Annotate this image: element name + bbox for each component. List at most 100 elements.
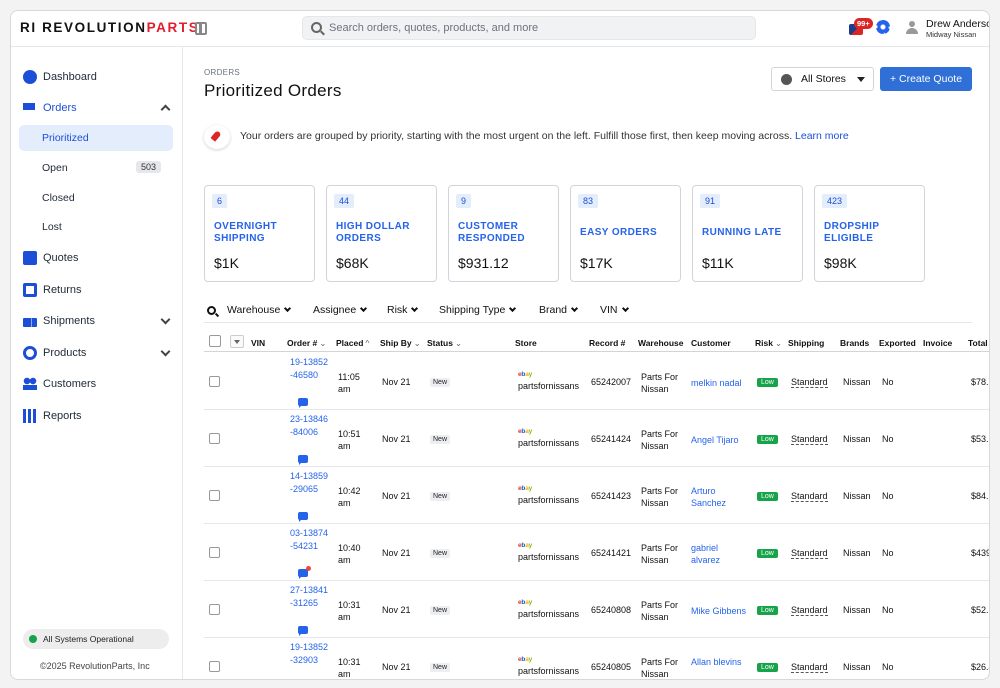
sidebar-toggle-icon[interactable] xyxy=(195,22,207,35)
table-row[interactable]: 14-13859-29065 10:42 am Nov 21 New ebay parts… xyxy=(204,467,989,524)
customer-link[interactable]: Allan blevins xyxy=(691,656,749,668)
priority-card[interactable]: 9 CUSTOMER RESPONDED $931.12 xyxy=(448,185,559,282)
column-risk[interactable]: Risk ⌄ xyxy=(755,338,782,349)
card-value: $11K xyxy=(702,255,734,271)
chat-icon[interactable] xyxy=(298,455,308,465)
learn-more-link[interactable]: Learn more xyxy=(795,130,849,142)
customer-link[interactable]: gabriel alvarez xyxy=(691,542,749,566)
breadcrumb[interactable]: ORDERS xyxy=(204,68,240,77)
row-checkbox[interactable] xyxy=(209,376,220,387)
status-dot-icon xyxy=(29,635,37,643)
column-order[interactable]: Order # ⌄ xyxy=(287,338,326,349)
search-icon[interactable] xyxy=(207,306,216,315)
table-row[interactable]: 03-13874-54231 10:40 am Nov 21 New ebay parts… xyxy=(204,524,989,581)
table-row[interactable]: 23-13846-84006 10:51 am Nov 21 New ebay parts… xyxy=(204,410,989,467)
filter-vin[interactable]: VIN xyxy=(600,304,629,316)
column-status[interactable]: Status ⌄ xyxy=(427,338,462,349)
column-customer[interactable]: Customer xyxy=(691,338,731,348)
priority-card[interactable]: 6 OVERNIGHT SHIPPING $1K xyxy=(204,185,315,282)
store-selector[interactable]: All Stores xyxy=(771,67,874,91)
table-row[interactable]: 27-13841-31265 10:31 am Nov 21 New ebay parts… xyxy=(204,581,989,638)
column-exported[interactable]: Exported xyxy=(879,338,916,348)
table-row[interactable]: 19-13852-46580 11:05 am Nov 21 New ebay parts… xyxy=(204,353,989,410)
column-total[interactable]: Total xyxy=(968,338,988,348)
exported-value: No xyxy=(882,662,894,672)
filter-risk[interactable]: Risk xyxy=(387,304,419,316)
chat-icon[interactable] xyxy=(298,398,308,408)
customer-link[interactable]: Mike Gibbens xyxy=(691,605,749,617)
filter-assignee[interactable]: Assignee xyxy=(313,304,368,316)
search-icon xyxy=(311,22,322,33)
order-number-link[interactable]: 03-13874-54231 xyxy=(290,527,330,553)
priority-card[interactable]: 423 DROPSHIP ELIGIBLE $98K xyxy=(814,185,925,282)
sidebar-item-orders[interactable]: Orders xyxy=(23,97,173,119)
cart-icon xyxy=(23,101,37,115)
shipping-type[interactable]: Standard xyxy=(791,548,828,559)
sidebar-item-shipments[interactable]: Shipments xyxy=(23,310,173,332)
global-search[interactable] xyxy=(302,16,756,40)
status-badge: New xyxy=(430,663,451,672)
sidebar-item-products[interactable]: Products xyxy=(23,342,173,364)
order-number-link[interactable]: 27-13841-31265 xyxy=(290,584,330,610)
card-count: 91 xyxy=(700,194,721,208)
row-checkbox[interactable] xyxy=(209,490,220,501)
shipping-type[interactable]: Standard xyxy=(791,434,828,445)
sidebar-item-open[interactable]: Open 503 xyxy=(19,155,173,181)
shipping-type[interactable]: Standard xyxy=(791,662,828,673)
filter-warehouse[interactable]: Warehouse xyxy=(227,304,292,316)
column-record[interactable]: Record # xyxy=(589,338,625,348)
priority-card[interactable]: 83 EASY ORDERS $17K xyxy=(570,185,681,282)
sidebar-item-quotes[interactable]: Quotes xyxy=(23,247,173,269)
system-status[interactable]: All Systems Operational xyxy=(23,629,169,649)
filter-brand[interactable]: Brand xyxy=(539,304,579,316)
order-number-link[interactable]: 23-13846-84006 xyxy=(290,413,330,439)
column-warehouse[interactable]: Warehouse xyxy=(638,338,684,348)
search-input[interactable] xyxy=(329,20,749,36)
row-checkbox[interactable] xyxy=(209,547,220,558)
row-checkbox[interactable] xyxy=(209,604,220,615)
sidebar-item-closed[interactable]: Closed xyxy=(19,185,173,211)
chevron-down-icon xyxy=(509,304,517,313)
order-number-link[interactable]: 19-13852-32903 xyxy=(290,641,330,667)
chat-icon[interactable] xyxy=(298,566,311,579)
shipping-type[interactable]: Standard xyxy=(791,377,828,388)
chat-icon[interactable] xyxy=(298,512,308,522)
gear-icon[interactable] xyxy=(876,20,890,34)
create-quote-button[interactable]: + Create Quote xyxy=(880,67,972,91)
column-store[interactable]: Store xyxy=(515,338,537,348)
logo[interactable]: RI REVOLUTIONPARTS xyxy=(20,20,199,35)
column-placed[interactable]: Placed ^ xyxy=(336,338,369,348)
sidebar-item-customers[interactable]: Customers xyxy=(23,373,173,395)
user-name[interactable]: Drew Anderson xyxy=(926,18,989,30)
customer-link[interactable]: Arturo Sanchez xyxy=(691,485,749,509)
sidebar-item-returns[interactable]: Returns xyxy=(23,279,173,301)
filter-shipping-type[interactable]: Shipping Type xyxy=(439,304,517,316)
shipping-type[interactable]: Standard xyxy=(791,491,828,502)
column-shipping[interactable]: Shipping xyxy=(788,338,824,348)
select-all-checkbox[interactable] xyxy=(209,335,221,347)
bulk-select-dropdown[interactable] xyxy=(230,335,244,348)
column-invoice[interactable]: Invoice xyxy=(923,338,952,348)
order-number-link[interactable]: 19-13852-46580 xyxy=(290,356,330,382)
customer-link[interactable]: Angel Tijaro xyxy=(691,434,749,446)
sidebar-item-prioritized[interactable]: Prioritized xyxy=(19,125,173,151)
sidebar-item-label: Quotes xyxy=(43,252,79,264)
customer-link[interactable]: melkin nadal xyxy=(691,377,749,389)
sidebar-item-reports[interactable]: Reports xyxy=(23,405,173,427)
table-row[interactable]: 19-13852-32903 10:31 am Nov 21 New ebay parts… xyxy=(204,638,989,679)
row-checkbox[interactable] xyxy=(209,433,220,444)
top-bar: RI REVOLUTIONPARTS 99+ Drew Anderson Mid… xyxy=(11,11,989,47)
column-vin[interactable]: VIN xyxy=(251,338,265,348)
order-number-link[interactable]: 14-13859-29065 xyxy=(290,470,330,496)
card-count: 9 xyxy=(456,194,472,208)
priority-card[interactable]: 44 HIGH DOLLAR ORDERS $68K xyxy=(326,185,437,282)
priority-card[interactable]: 91 RUNNING LATE $11K xyxy=(692,185,803,282)
shipping-type[interactable]: Standard xyxy=(791,605,828,616)
chat-icon[interactable] xyxy=(298,626,308,636)
column-brands[interactable]: Brands xyxy=(840,338,869,348)
user-icon[interactable] xyxy=(905,21,919,35)
sidebar-item-dashboard[interactable]: Dashboard xyxy=(23,66,173,88)
sidebar-item-lost[interactable]: Lost xyxy=(19,214,173,240)
column-ship-by[interactable]: Ship By ⌄ xyxy=(380,338,421,349)
row-checkbox[interactable] xyxy=(209,661,220,672)
